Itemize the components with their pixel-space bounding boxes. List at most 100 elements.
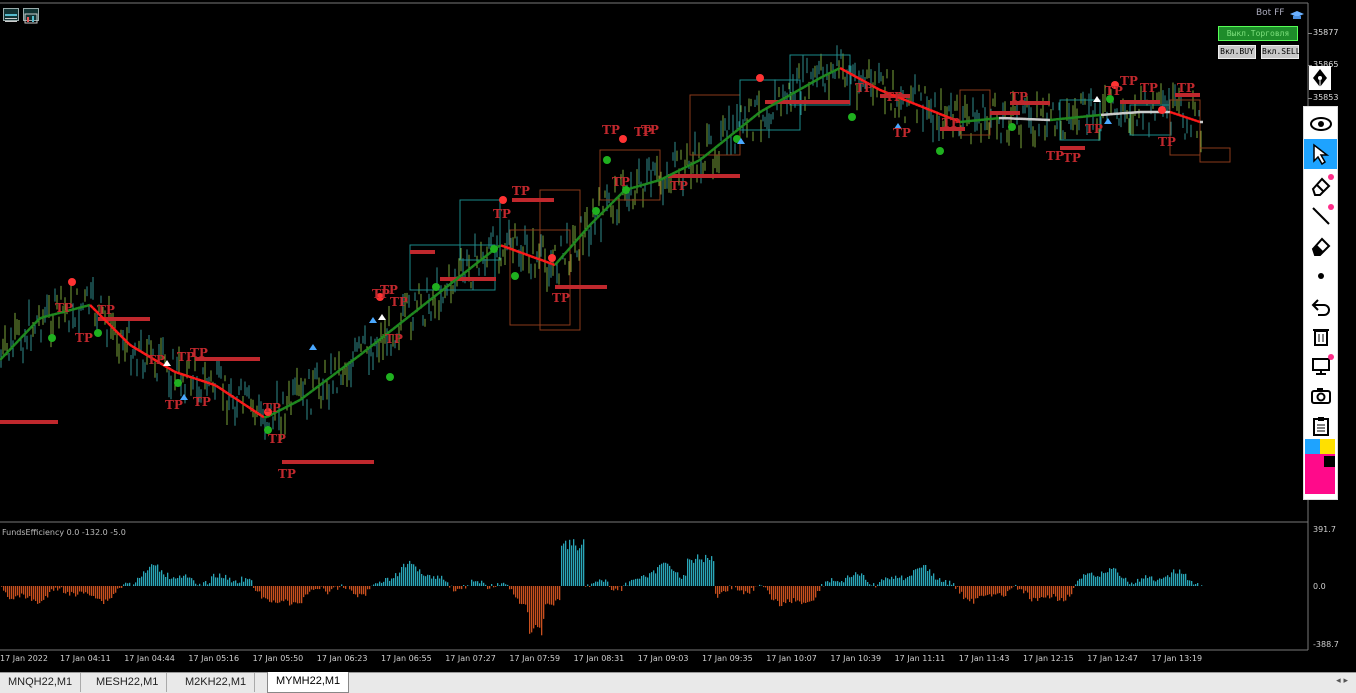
trend-segment	[777, 101, 780, 103]
histogram-bar	[815, 586, 816, 598]
time-axis-label: 17 Jan 11:11	[895, 654, 946, 663]
histogram-bar	[1063, 586, 1064, 601]
histogram-bar	[291, 586, 292, 604]
tab-mnqh22[interactable]: MNQH22,M1	[0, 673, 81, 692]
histogram-bar	[379, 582, 380, 586]
trend-segment	[903, 99, 906, 100]
trend-segment	[852, 75, 855, 77]
trend-segment	[678, 170, 681, 172]
trend-segment	[312, 389, 315, 391]
histogram-bar	[1171, 572, 1172, 586]
time-axis-label: 17 Jan 06:55	[381, 654, 432, 663]
histogram-bar	[1079, 579, 1080, 586]
chart-area[interactable]: TPTPTPTPTPTPTPTPTPTPTPTPTPTPTPTPTPTPTPTP…	[0, 0, 1356, 672]
tab-mymh22[interactable]: MYMH22,M1	[267, 672, 349, 693]
histogram-bar	[1127, 582, 1128, 586]
cursor-arrow-icon[interactable]	[1304, 139, 1337, 169]
histogram-bar	[737, 586, 738, 590]
histogram-bar	[289, 586, 290, 606]
histogram-bar	[1037, 586, 1038, 601]
histogram-bar	[171, 579, 172, 586]
histogram-bar	[843, 582, 844, 586]
histogram-bar	[417, 571, 418, 586]
tp-label: TP	[1140, 81, 1158, 95]
price-chart[interactable]: TPTPTPTPTPTPTPTPTPTPTPTPTPTPTPTPTPTPTPTP…	[0, 0, 1356, 672]
trend-segment	[639, 185, 642, 186]
trade-arrow	[378, 314, 386, 320]
histogram-bar	[695, 559, 696, 586]
trash-icon[interactable]	[1304, 321, 1337, 351]
histogram-bar	[813, 586, 814, 601]
pencil-line-icon[interactable]	[1304, 201, 1337, 231]
sell-toggle-button[interactable]: Вкл.SELL	[1261, 45, 1299, 59]
buy-toggle-button[interactable]: Вкл.BUY	[1218, 45, 1256, 59]
chart-grid-icon[interactable]	[3, 8, 19, 21]
screen-icon[interactable]	[1304, 351, 1337, 381]
tab-mesh22[interactable]: MESH22,M1	[88, 673, 167, 692]
histogram-bar	[25, 586, 26, 599]
trend-segment	[795, 91, 798, 93]
trend-segment	[549, 263, 552, 264]
eraser-icon[interactable]	[1304, 171, 1337, 201]
trend-segment	[315, 387, 318, 389]
tab-m2kh22[interactable]: M2KH22,M1	[177, 673, 255, 692]
histogram-bar	[1125, 578, 1126, 586]
histogram-bar	[671, 569, 672, 586]
trade-dot	[48, 334, 56, 342]
histogram-bar	[527, 586, 528, 612]
histogram-bar	[245, 578, 246, 586]
trend-segment	[699, 158, 702, 160]
color-swatch-black[interactable]	[1324, 456, 1335, 467]
histogram-bar	[1007, 586, 1008, 591]
histogram-bar	[209, 583, 210, 586]
camera-icon[interactable]	[1304, 381, 1337, 411]
histogram-bar	[533, 586, 534, 628]
trend-segment	[204, 381, 207, 382]
undo-icon[interactable]	[1304, 291, 1337, 321]
histogram-bar	[73, 586, 74, 593]
trend-segment	[702, 156, 705, 158]
histogram-bar	[753, 586, 754, 591]
histogram-bar	[501, 583, 502, 586]
chart-window-icon[interactable]	[23, 8, 39, 21]
histogram-bar	[1181, 574, 1182, 586]
tabs-scroll-icon[interactable]: ◂ ▸	[1336, 676, 1348, 686]
trend-segment	[690, 164, 693, 166]
trading-toggle-button[interactable]: Выкл.Торговля	[1218, 26, 1298, 41]
fountain-pen-icon[interactable]	[1309, 66, 1331, 90]
trend-segment	[15, 341, 18, 344]
histogram-bar	[1133, 584, 1134, 586]
trend-segment	[165, 366, 168, 368]
histogram-bar	[117, 586, 118, 589]
histogram-bar	[33, 586, 34, 600]
histogram-bar	[173, 577, 174, 586]
histogram-bar	[727, 586, 728, 591]
color-swatch-blue[interactable]	[1305, 439, 1320, 454]
histogram-bar	[975, 586, 976, 598]
histogram-bar	[155, 566, 156, 587]
clipboard-icon[interactable]	[1304, 411, 1337, 441]
histogram-bar	[1041, 586, 1042, 597]
histogram-bar	[217, 578, 218, 586]
histogram-bar	[297, 586, 298, 603]
time-axis-label: 17 Jan 04:44	[124, 654, 175, 663]
dot-icon[interactable]	[1304, 261, 1337, 291]
histogram-bar	[441, 576, 442, 586]
histogram-bar	[959, 586, 960, 594]
histogram-bar	[907, 577, 908, 586]
histogram-bar	[575, 546, 576, 587]
histogram-bar	[979, 586, 980, 596]
histogram-bar	[899, 578, 900, 586]
histogram-bar	[529, 586, 530, 634]
histogram-bar	[1111, 569, 1112, 586]
histogram-bar	[895, 576, 896, 586]
histogram-bar	[977, 586, 978, 598]
histogram-bar	[383, 582, 384, 586]
trend-segment	[837, 68, 840, 70]
histogram-bar	[681, 579, 682, 586]
eye-icon[interactable]	[1304, 109, 1337, 139]
clear-eraser-icon[interactable]	[1304, 231, 1337, 261]
histogram-bar	[685, 576, 686, 586]
color-swatch-yellow[interactable]	[1320, 439, 1335, 454]
histogram-bar	[871, 586, 872, 587]
